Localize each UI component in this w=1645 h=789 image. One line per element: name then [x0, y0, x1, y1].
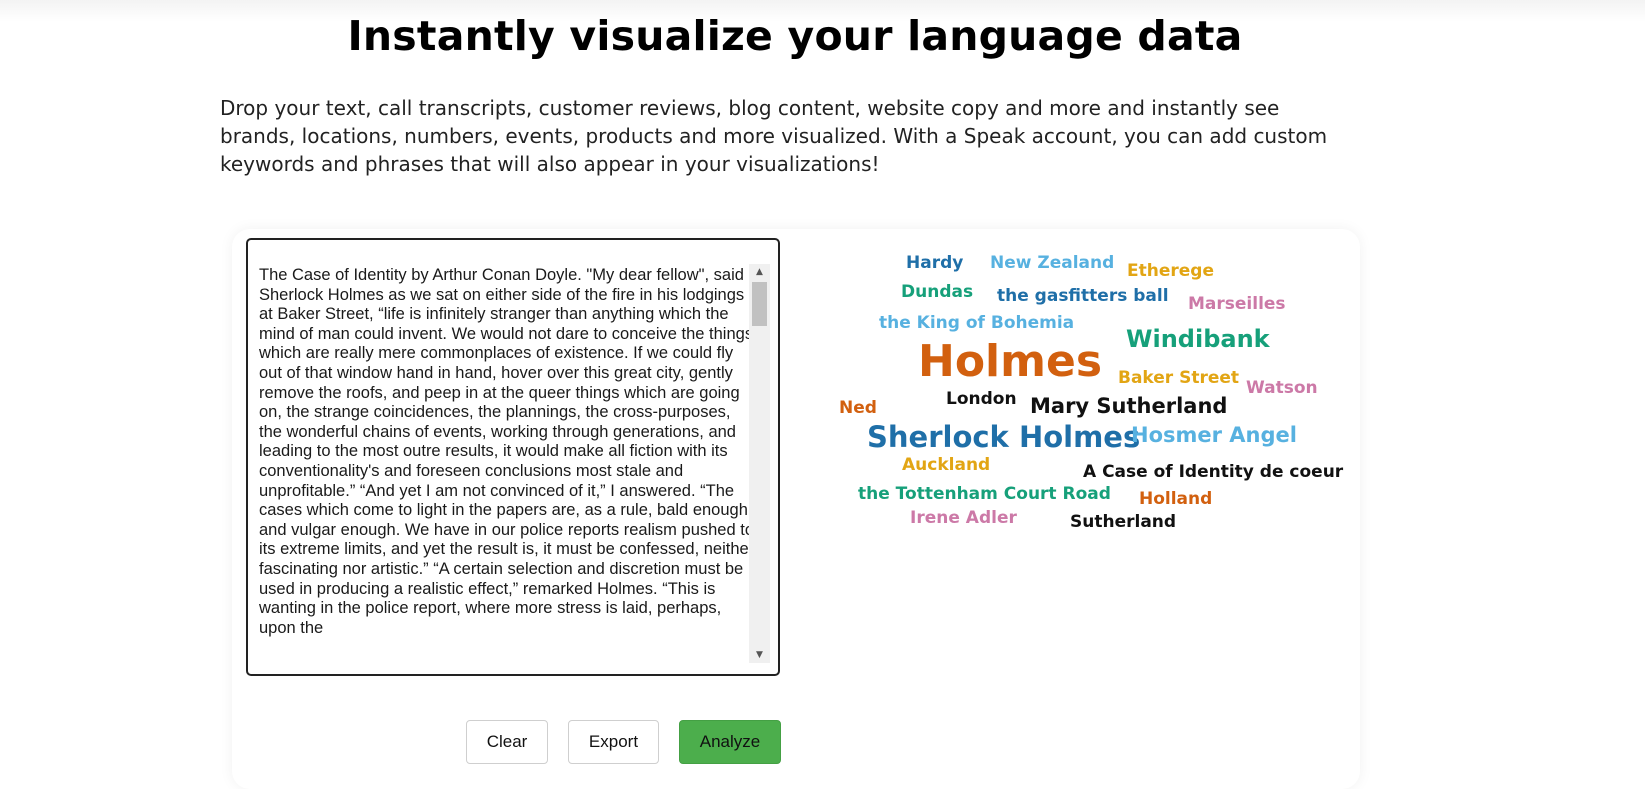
- cloud-word: New Zealand: [990, 253, 1115, 273]
- cloud-word: Sutherland: [1070, 512, 1177, 532]
- intro-paragraph: Drop your text, call transcripts, custom…: [220, 96, 1328, 176]
- cloud-word: the King of Bohemia: [879, 313, 1075, 333]
- cloud-word: Auckland: [902, 455, 991, 475]
- cloud-word: Marseilles: [1188, 294, 1286, 314]
- scroll-up-icon[interactable]: ▲: [749, 264, 770, 280]
- cloud-word: Irene Adler: [910, 508, 1017, 528]
- cloud-word: Sherlock Holmes: [867, 420, 1141, 454]
- cloud-word: Etherege: [1127, 261, 1214, 281]
- cloud-word: Watson: [1246, 378, 1318, 398]
- text-input-area[interactable]: The Case of Identity by Arthur Conan Doy…: [246, 238, 780, 676]
- scroll-down-icon[interactable]: ▼: [749, 647, 770, 663]
- cloud-word: Baker Street: [1118, 368, 1240, 388]
- cloud-word: Hardy: [906, 253, 964, 273]
- clear-button[interactable]: Clear: [466, 720, 548, 764]
- cloud-word: the gasfitters ball: [997, 286, 1169, 306]
- cloud-word: Ned: [839, 398, 877, 418]
- cloud-word: London: [946, 389, 1017, 409]
- cloud-word: A Case of Identity de coeur: [1083, 462, 1344, 482]
- cloud-word: Hosmer Angel: [1131, 423, 1297, 447]
- scrollbar[interactable]: ▲ ▼: [749, 264, 770, 663]
- input-text[interactable]: The Case of Identity by Arthur Conan Doy…: [259, 266, 756, 638]
- cloud-word: the Tottenham Court Road: [858, 484, 1111, 504]
- scroll-thumb[interactable]: [752, 282, 767, 326]
- cloud-word: Holmes: [918, 336, 1103, 387]
- page-title: Instantly visualize your language data: [347, 12, 1243, 60]
- cloud-word: Windibank: [1126, 325, 1270, 353]
- analyze-button[interactable]: Analyze: [679, 720, 781, 764]
- cloud-word: Holland: [1139, 489, 1213, 509]
- cloud-word: Mary Sutherland: [1030, 394, 1228, 418]
- export-button[interactable]: Export: [568, 720, 659, 764]
- cloud-word: Dundas: [901, 282, 974, 302]
